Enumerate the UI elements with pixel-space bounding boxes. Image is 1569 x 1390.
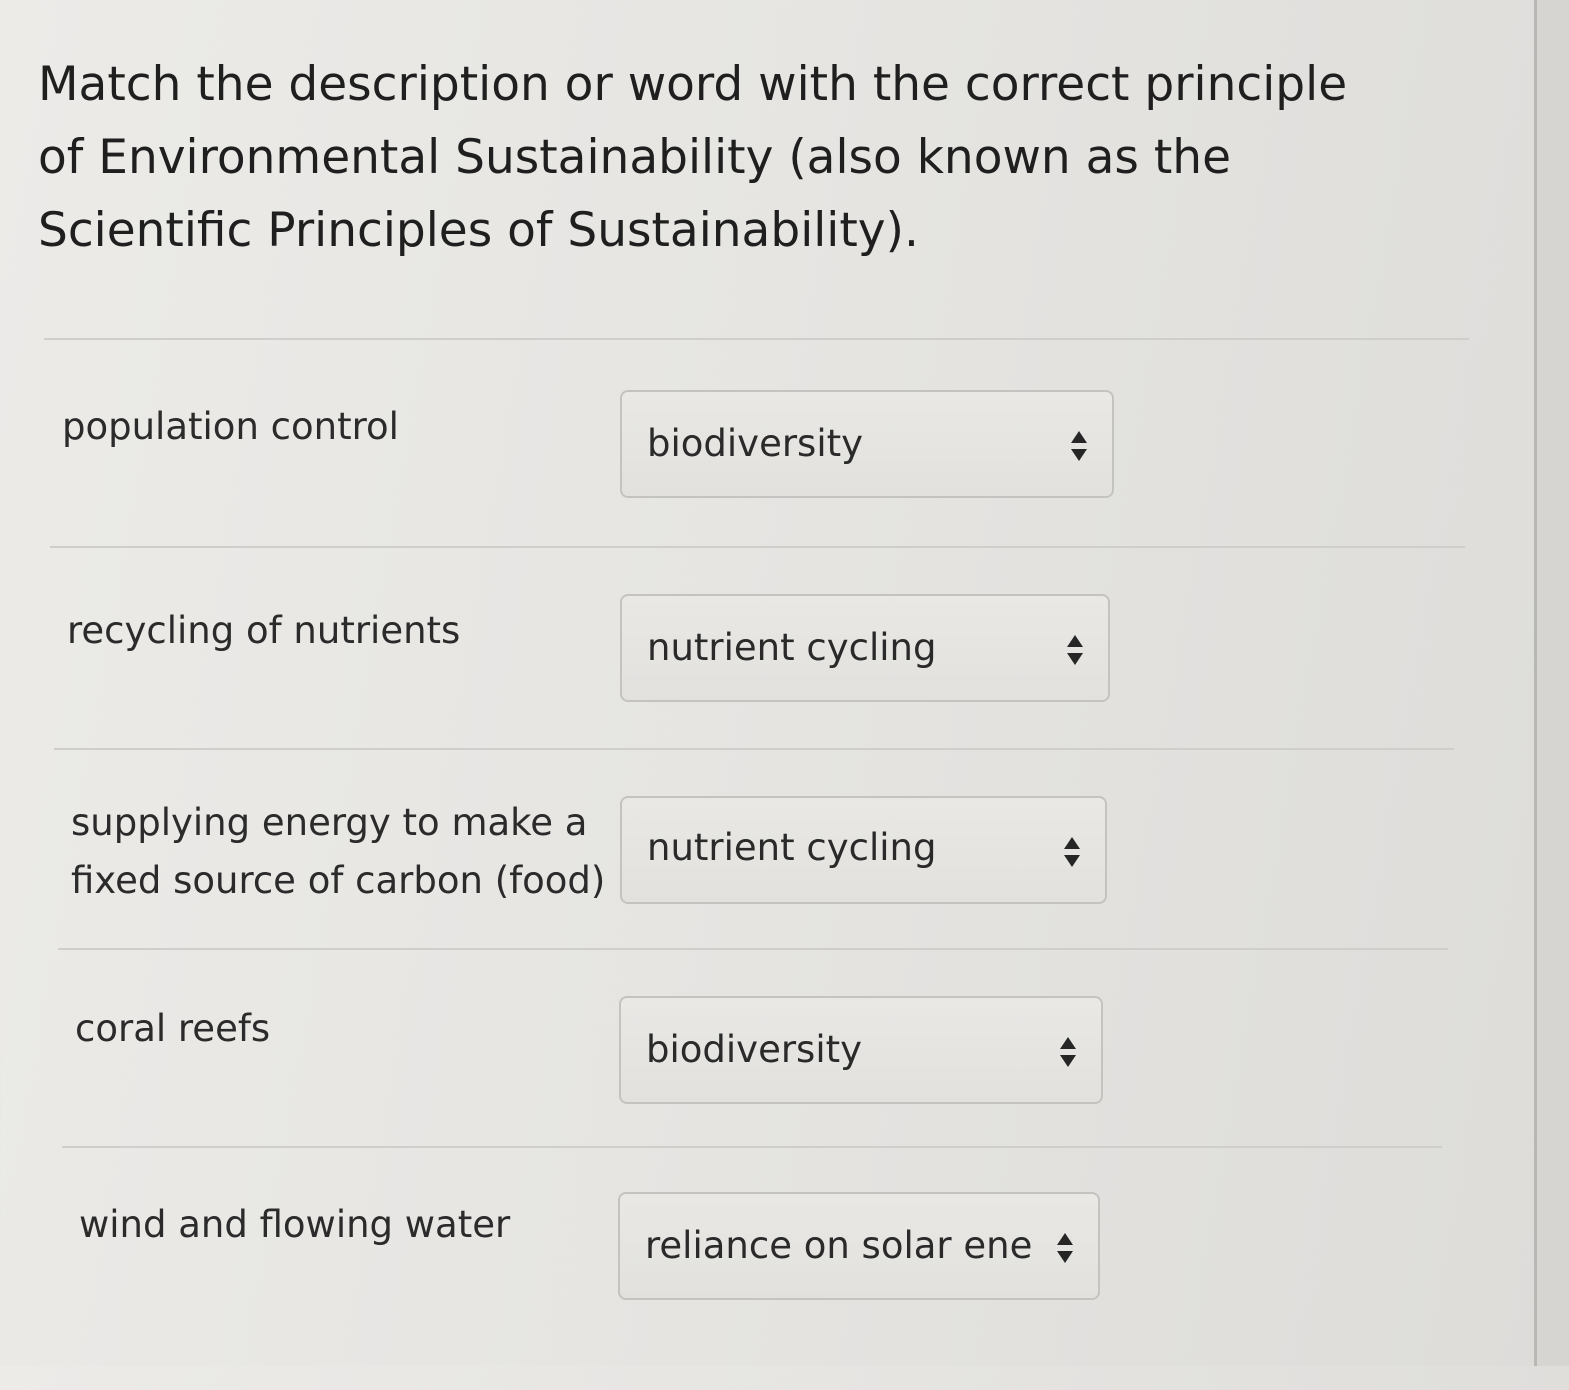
up-down-arrows-icon	[1054, 1230, 1076, 1266]
divider	[54, 748, 1454, 750]
divider	[44, 338, 1469, 340]
match-row-population-control: population control biodiversity	[60, 388, 1460, 588]
select-selected-value: nutrient cycling	[647, 826, 937, 869]
select-selected-value: reliance on solar energy	[645, 1224, 1035, 1267]
up-down-arrows-icon	[1064, 632, 1086, 668]
page-margin	[1537, 0, 1569, 1366]
match-description: coral reefs	[75, 1007, 271, 1050]
divider	[50, 546, 1465, 548]
match-row-coral-reefs: coral reefs biodiversity	[60, 994, 1460, 1194]
match-description: supplying energy to make a fixed source …	[71, 801, 606, 902]
principle-select[interactable]: biodiversity	[619, 996, 1103, 1104]
up-down-arrows-icon	[1068, 428, 1090, 464]
match-description: wind and flowing water	[79, 1203, 511, 1246]
match-row-recycling-of-nutrients: recycling of nutrients nutrient cycling	[60, 592, 1460, 792]
match-row-supplying-energy: supplying energy to make a fixed source …	[60, 792, 1460, 992]
up-down-arrows-icon	[1057, 1034, 1079, 1070]
select-selected-value: biodiversity	[647, 422, 864, 465]
principle-select[interactable]: biodiversity	[620, 390, 1114, 498]
select-selected-value: biodiversity	[646, 1028, 863, 1071]
match-description: recycling of nutrients	[67, 609, 461, 652]
select-selected-value: nutrient cycling	[647, 626, 937, 669]
question-prompt: Match the description or word with the c…	[38, 57, 1348, 258]
match-row-wind-and-flowing-water: wind and flowing water reliance on solar…	[60, 1190, 1460, 1390]
principle-select[interactable]: nutrient cycling	[620, 796, 1107, 904]
principle-select[interactable]: nutrient cycling	[620, 594, 1110, 702]
divider	[58, 948, 1448, 950]
divider	[62, 1146, 1442, 1148]
match-description: population control	[62, 405, 399, 448]
up-down-arrows-icon	[1061, 834, 1083, 870]
principle-select[interactable]: reliance on solar energy	[618, 1192, 1100, 1300]
